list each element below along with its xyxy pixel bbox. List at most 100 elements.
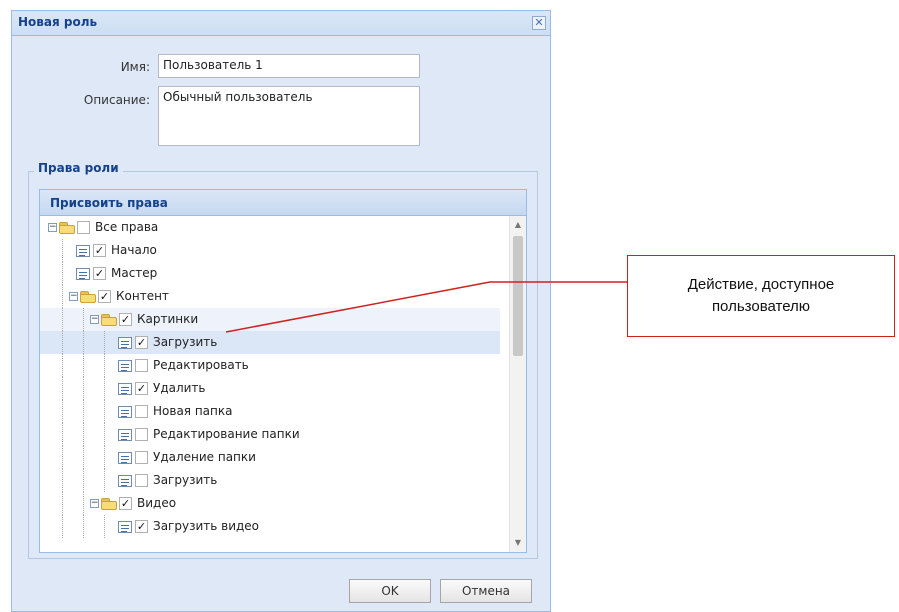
collapse-toggle-icon[interactable]: − xyxy=(48,223,57,232)
tree-node-label: Новая папка xyxy=(153,404,233,418)
permission-leaf-icon xyxy=(118,429,132,441)
permission-leaf-icon xyxy=(118,406,132,418)
folder-icon xyxy=(80,291,96,303)
scroll-thumb[interactable] xyxy=(513,236,523,356)
tree-guide-line xyxy=(62,423,63,446)
name-field[interactable]: Пользователь 1 xyxy=(158,54,420,78)
fieldset-legend: Права роли xyxy=(34,161,123,175)
permission-checkbox[interactable]: ✓ xyxy=(98,290,111,303)
ok-button[interactable]: OK xyxy=(349,579,431,603)
rights-tree: − Все права ✓ Начало ✓ Мастер − ✓ Контент − ✓ Карти… xyxy=(40,216,500,552)
tree-row[interactable]: ✓ Загрузить xyxy=(40,331,500,354)
tree-guide-line xyxy=(62,308,63,331)
tree-node-label: Контент xyxy=(116,289,169,303)
permission-checkbox[interactable] xyxy=(135,405,148,418)
permission-checkbox[interactable] xyxy=(135,474,148,487)
permission-leaf-icon xyxy=(118,337,132,349)
tree-guide-line xyxy=(83,446,84,469)
permission-checkbox[interactable]: ✓ xyxy=(135,382,148,395)
permission-leaf-icon xyxy=(118,452,132,464)
tree-guide-line xyxy=(62,239,63,262)
tree-node-label: Удаление папки xyxy=(153,450,256,464)
tree-guide-line xyxy=(62,262,63,285)
tree-guide-line xyxy=(83,354,84,377)
tree-node-label: Картинки xyxy=(137,312,199,326)
collapse-toggle-icon[interactable]: − xyxy=(90,315,99,324)
tree-guide-line xyxy=(104,469,105,492)
permission-checkbox[interactable]: ✓ xyxy=(135,336,148,349)
permission-checkbox[interactable]: ✓ xyxy=(93,244,106,257)
tree-guide-line xyxy=(62,446,63,469)
tree-row[interactable]: − ✓ Контент xyxy=(40,285,500,308)
permission-leaf-icon xyxy=(76,245,90,257)
close-icon[interactable]: ✕ xyxy=(532,16,546,30)
tree-node-label: Видео xyxy=(137,496,177,510)
tree-row[interactable]: Загрузить xyxy=(40,469,500,492)
tree-row[interactable]: − ✓ Картинки xyxy=(40,308,500,331)
tree-guide-line xyxy=(83,308,84,331)
description-field[interactable]: Обычный пользователь xyxy=(158,86,420,146)
tree-guide-line xyxy=(83,377,84,400)
tree-guide-line xyxy=(62,492,63,515)
folder-icon xyxy=(101,314,117,326)
tree-guide-line xyxy=(83,492,84,515)
folder-icon xyxy=(101,498,117,510)
collapse-toggle-icon[interactable]: − xyxy=(90,499,99,508)
tree-row[interactable]: − ✓ Видео xyxy=(40,492,500,515)
tree-guide-line xyxy=(104,354,105,377)
panel-header: Присвоить права xyxy=(40,190,526,216)
tree-guide-line xyxy=(62,331,63,354)
tree-row[interactable]: ✓ Удалить xyxy=(40,377,500,400)
callout-box: Действие, доступное пользователю xyxy=(627,255,895,337)
scroll-down-icon[interactable]: ▼ xyxy=(510,536,526,550)
tree-node-label: Начало xyxy=(111,243,157,257)
permission-leaf-icon xyxy=(118,521,132,533)
permission-checkbox[interactable]: ✓ xyxy=(119,313,132,326)
tree-guide-line xyxy=(104,515,105,538)
tree-guide-line xyxy=(104,331,105,354)
tree-row[interactable]: Новая папка xyxy=(40,400,500,423)
tree-guide-line xyxy=(62,469,63,492)
permission-checkbox[interactable] xyxy=(135,428,148,441)
tree-row[interactable]: Редактирование папки xyxy=(40,423,500,446)
tree-guide-line xyxy=(83,423,84,446)
tree-node-label: Загрузить xyxy=(153,473,218,487)
tree-row[interactable]: − Все права xyxy=(40,216,500,239)
tree-guide-line xyxy=(104,446,105,469)
tree-row[interactable]: Удаление папки xyxy=(40,446,500,469)
tree-node-label: Мастер xyxy=(111,266,158,280)
permission-checkbox[interactable]: ✓ xyxy=(119,497,132,510)
tree-guide-line xyxy=(83,515,84,538)
permission-checkbox[interactable]: ✓ xyxy=(135,520,148,533)
tree-scrollbar[interactable]: ▲ ▼ xyxy=(509,216,526,552)
tree-node-label: Все права xyxy=(95,220,159,234)
tree-guide-line xyxy=(104,423,105,446)
permission-checkbox[interactable] xyxy=(135,359,148,372)
name-label: Имя: xyxy=(120,60,150,74)
tree-guide-line xyxy=(83,469,84,492)
tree-row[interactable]: ✓ Начало xyxy=(40,239,500,262)
permission-leaf-icon xyxy=(118,475,132,487)
permission-checkbox[interactable]: ✓ xyxy=(93,267,106,280)
tree-node-label: Редактирование папки xyxy=(153,427,300,441)
dialog-titlebar[interactable]: Новая роль ✕ xyxy=(12,11,550,36)
tree-guide-line xyxy=(104,377,105,400)
tree-row[interactable]: ✓ Мастер xyxy=(40,262,500,285)
tree-guide-line xyxy=(62,285,63,308)
scroll-up-icon[interactable]: ▲ xyxy=(510,218,526,232)
tree-row[interactable]: ✓ Загрузить видео xyxy=(40,515,500,538)
assign-rights-panel: Присвоить права − Все права ✓ Начало ✓ Мастер… xyxy=(39,189,527,553)
tree-guide-line xyxy=(62,400,63,423)
tree-node-label: Редактировать xyxy=(153,358,249,372)
collapse-toggle-icon[interactable]: − xyxy=(69,292,78,301)
tree-guide-line xyxy=(62,377,63,400)
cancel-button[interactable]: Отмена xyxy=(440,579,532,603)
tree-guide-line xyxy=(62,354,63,377)
tree-row[interactable]: Редактировать xyxy=(40,354,500,377)
permission-checkbox[interactable] xyxy=(135,451,148,464)
permission-checkbox[interactable] xyxy=(77,221,90,234)
permission-leaf-icon xyxy=(118,383,132,395)
tree-node-label: Загрузить xyxy=(153,335,218,349)
tree-guide-line xyxy=(62,515,63,538)
tree-guide-line xyxy=(104,400,105,423)
